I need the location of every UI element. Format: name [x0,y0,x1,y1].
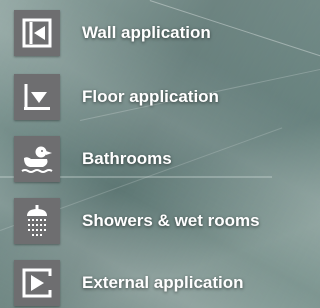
menu-item-showers-wet-rooms[interactable]: Showers & wet rooms [14,198,270,244]
menu-item-floor-application[interactable]: Floor application [14,74,270,120]
menu-item-label: Bathrooms [82,149,172,168]
menu-item-label: External application [82,273,244,292]
menu-item-bathrooms[interactable]: Bathrooms [14,136,270,182]
wall-application-icon [14,10,60,56]
floor-application-icon [14,74,60,120]
menu-item-label: Showers & wet rooms [82,211,260,230]
menu-item-label: Wall application [82,23,211,42]
menu-item-wall-application[interactable]: Wall application [14,10,270,56]
external-application-icon [14,260,60,306]
rubber-duck-icon [14,136,60,182]
menu-item-label: Floor application [82,87,219,106]
menu-item-external-application[interactable]: External application [14,260,270,306]
shower-head-icon [14,198,60,244]
